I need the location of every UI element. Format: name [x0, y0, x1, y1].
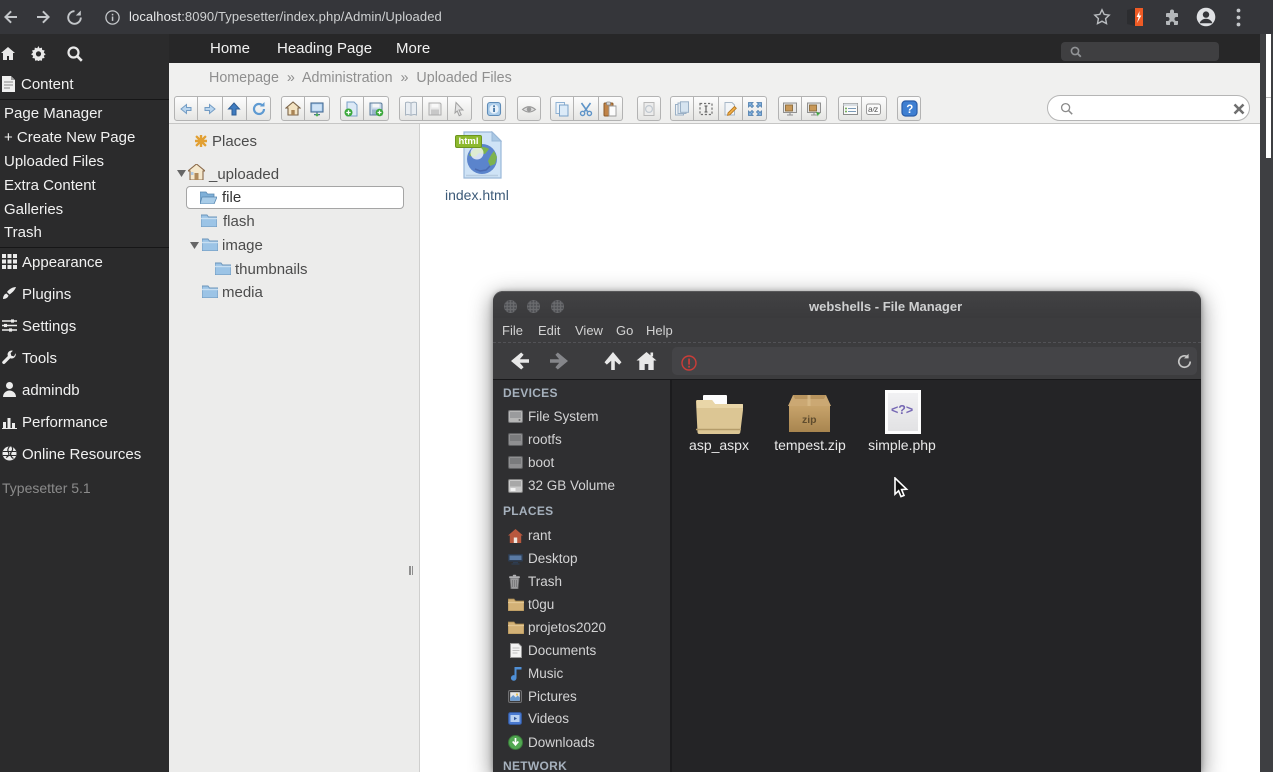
svg-text:<?>: <?>: [891, 403, 913, 417]
svg-text:?: ?: [906, 104, 913, 116]
svg-text:a: a: [868, 104, 873, 114]
svg-text:zip: zip: [802, 414, 817, 426]
svg-text:z: z: [874, 104, 878, 114]
